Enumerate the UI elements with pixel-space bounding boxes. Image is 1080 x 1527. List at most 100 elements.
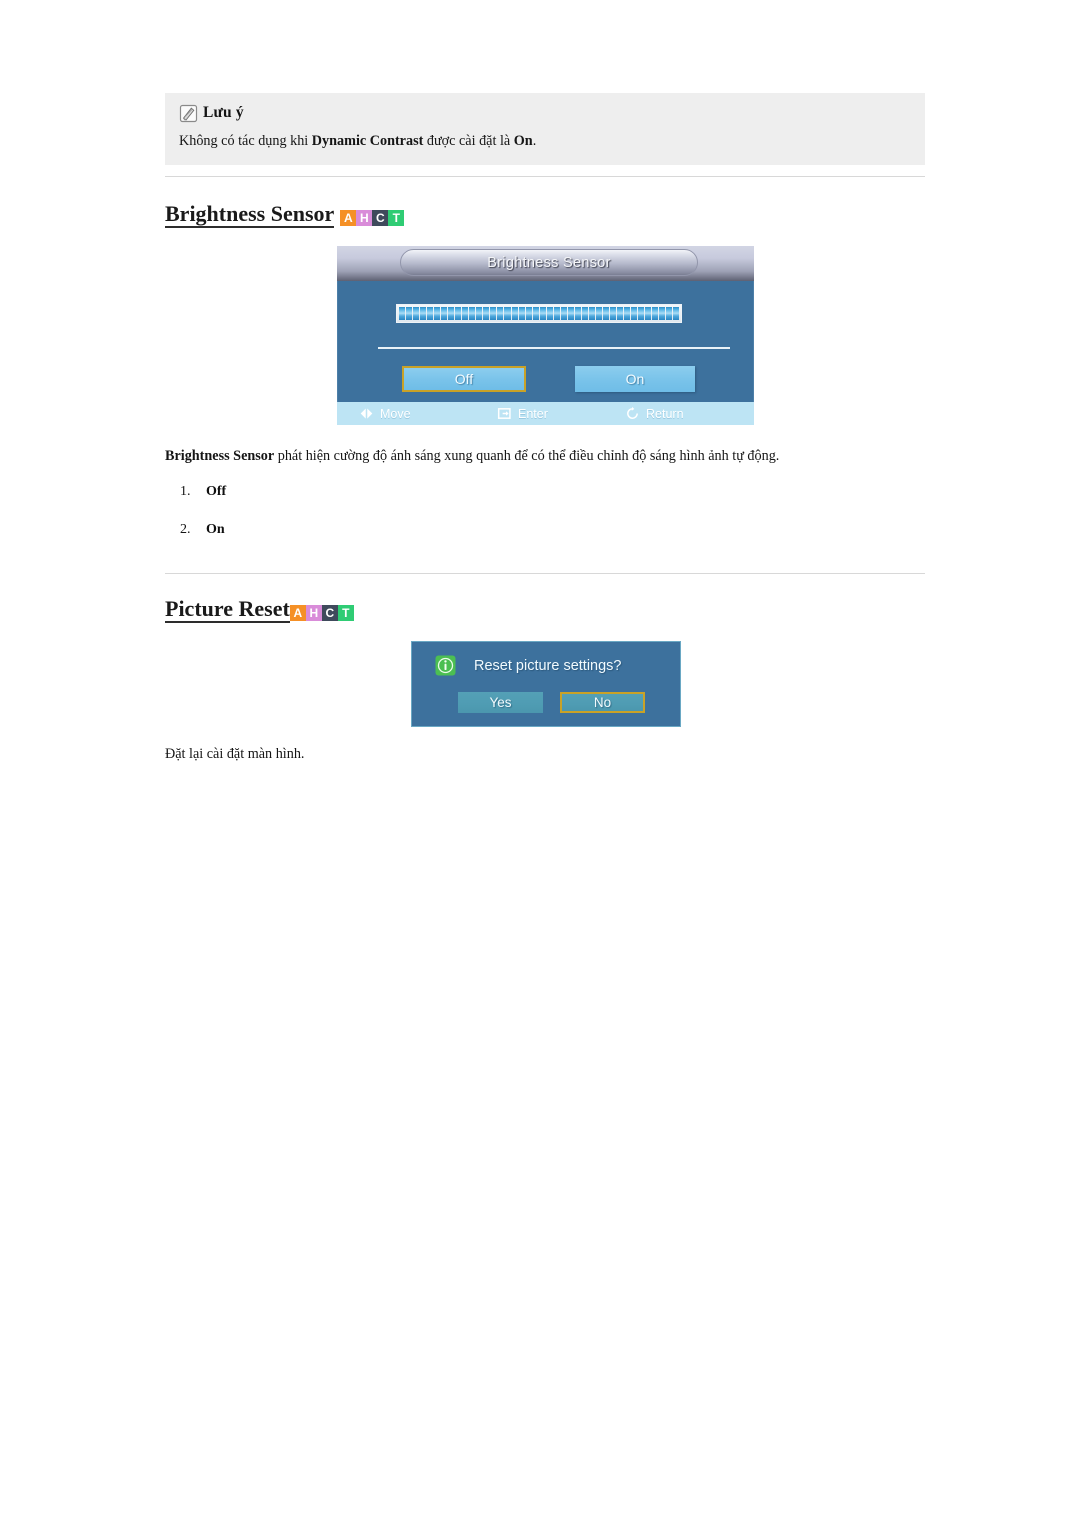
badge-group-picture-reset: A H C T [289, 605, 354, 622]
picture-reset-yes-button[interactable]: Yes [458, 692, 543, 713]
level-segment [631, 307, 638, 320]
list-item-value: On [206, 522, 225, 537]
level-segment [567, 307, 574, 320]
osd-footer-return-label: Return [646, 406, 684, 421]
level-segment [455, 307, 462, 320]
level-segment [595, 307, 602, 320]
document-page: Lưu ý Không có tác dụng khi Dynamic Cont… [0, 0, 1080, 1527]
heading-picture-reset-text: Picture Reset [165, 597, 290, 624]
level-segment [476, 307, 483, 320]
picture-reset-prompt-row: Reset picture settings? [435, 655, 622, 676]
note-text-part2: được cài đặt là [423, 133, 514, 149]
level-segment [434, 307, 441, 320]
level-segment [546, 307, 553, 320]
picture-reset-caption: Đặt lại cài đặt màn hình. [165, 746, 305, 762]
list-item: 2. On [180, 522, 580, 560]
level-segment [448, 307, 455, 320]
badge-a: A [340, 210, 357, 227]
note-text-bold-dynamic-contrast: Dynamic Contrast [311, 133, 424, 149]
level-segment [413, 307, 420, 320]
brightness-sensor-options-list: 1. Off 2. On [180, 484, 580, 560]
level-segment [539, 307, 546, 320]
osd-button-off-label: Off [454, 371, 474, 387]
picture-reset-no-button[interactable]: No [560, 692, 645, 713]
osd-body: Off On [337, 281, 754, 402]
osd-title-text: Brightness Sensor [487, 254, 611, 271]
level-segment [588, 307, 595, 320]
description-rest: phát hiện cường độ ánh sáng xung quanh đ… [274, 448, 780, 464]
level-segment [532, 307, 539, 320]
picture-reset-dialog: Reset picture settings? Yes No [411, 641, 681, 727]
note-box: Lưu ý Không có tác dụng khi Dynamic Cont… [165, 93, 925, 165]
osd-footer: Move Enter Return [337, 402, 754, 425]
osd-title-pill: Brightness Sensor [400, 249, 698, 276]
list-item-number: 1. [180, 484, 191, 499]
level-segment [497, 307, 504, 320]
note-text-part1: Không có tác dụng khi [179, 133, 312, 149]
badge-t: T [388, 210, 405, 227]
level-segment [420, 307, 427, 320]
level-segment [525, 307, 532, 320]
badge-h: H [305, 605, 322, 622]
info-icon [435, 655, 456, 676]
level-segment [652, 307, 659, 320]
level-segment [427, 307, 434, 320]
level-segment [616, 307, 623, 320]
list-item-value: Off [206, 484, 227, 499]
osd-footer-move-label: Move [380, 406, 411, 421]
list-item: 1. Off [180, 484, 580, 522]
osd-button-on-label: On [625, 371, 645, 387]
level-segment [645, 307, 652, 320]
level-segment [518, 307, 525, 320]
level-segment [483, 307, 490, 320]
level-segment [511, 307, 518, 320]
level-segment [624, 307, 631, 320]
level-segment [553, 307, 560, 320]
picture-reset-no-label: No [593, 695, 612, 710]
badge-c: C [372, 210, 389, 227]
note-title: Lưu ý [203, 104, 244, 121]
level-segment [638, 307, 645, 320]
level-segment [462, 307, 469, 320]
level-segment [602, 307, 609, 320]
horizontal-rule-top [165, 176, 925, 177]
picture-reset-yes-label: Yes [489, 695, 512, 710]
osd-button-row: Off On [338, 366, 753, 396]
level-segment [609, 307, 616, 320]
osd-footer-return[interactable]: Return [625, 406, 684, 421]
level-segment [659, 307, 666, 320]
level-segment [406, 307, 413, 320]
level-segment [504, 307, 511, 320]
level-segment [441, 307, 448, 320]
description-bold-term: Brightness Sensor [165, 448, 275, 464]
picture-reset-question: Reset picture settings? [474, 657, 622, 674]
note-text-part3: . [532, 133, 537, 149]
osd-button-off[interactable]: Off [402, 366, 526, 392]
osd-button-on[interactable]: On [575, 366, 695, 392]
heading-picture-reset: Picture Reset A H C T [165, 597, 354, 624]
heading-brightness-sensor-text: Brightness Sensor [165, 202, 335, 229]
osd-titlebar: Brightness Sensor [337, 246, 754, 281]
brightness-level-bar[interactable] [396, 304, 682, 323]
level-segment [666, 307, 673, 320]
return-icon [625, 406, 640, 421]
note-header: Lưu ý [179, 101, 911, 125]
note-pencil-icon [179, 104, 198, 123]
brightness-sensor-description: Brightness Sensor phát hiện cường độ ánh… [165, 447, 925, 467]
badge-c: C [321, 605, 338, 622]
badge-a: A [289, 605, 306, 622]
heading-brightness-sensor: Brightness Sensor A H C T [165, 202, 405, 229]
level-segment [399, 307, 406, 320]
level-segment [574, 307, 581, 320]
badge-h: H [356, 210, 373, 227]
note-text: Không có tác dụng khi Dynamic Contrast đ… [179, 132, 911, 151]
osd-footer-enter[interactable]: Enter [497, 406, 548, 421]
badge-t: T [337, 605, 354, 622]
enter-icon [497, 406, 512, 421]
horizontal-rule-middle [165, 573, 925, 574]
osd-footer-move[interactable]: Move [359, 406, 411, 421]
level-segment [581, 307, 588, 320]
osd-footer-enter-label: Enter [518, 406, 548, 421]
move-arrows-icon [359, 406, 374, 421]
osd-divider [378, 347, 730, 349]
